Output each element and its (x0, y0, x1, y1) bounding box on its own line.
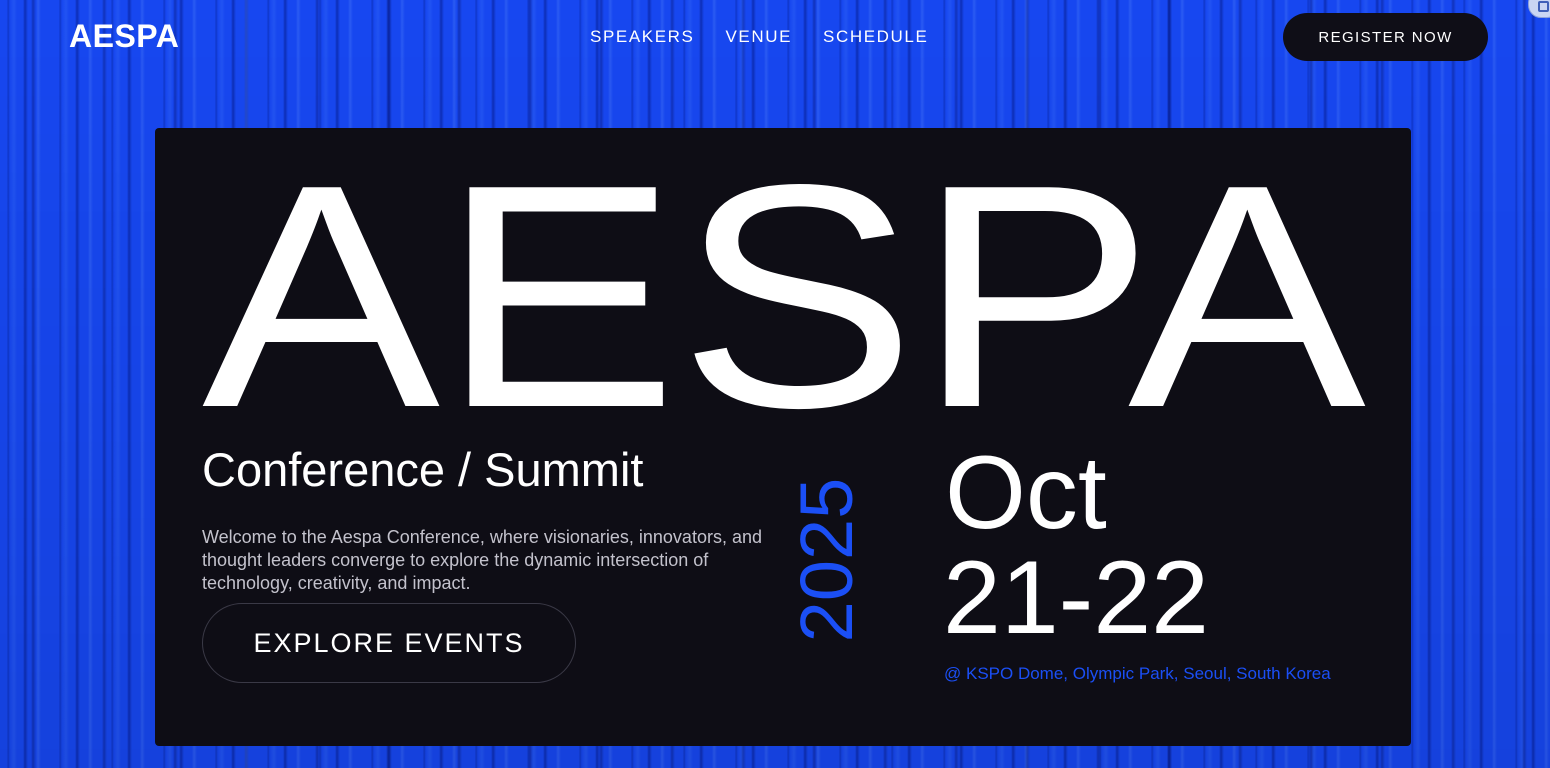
extension-icon[interactable] (1528, 0, 1550, 18)
register-now-button[interactable]: REGISTER NOW (1283, 13, 1488, 61)
nav-link-venue[interactable]: VENUE (725, 26, 792, 48)
nav-link-speakers[interactable]: SPEAKERS (590, 26, 694, 48)
site-logo[interactable]: AESPA (69, 18, 179, 54)
hero-description: Welcome to the Aespa Conference, where v… (202, 527, 762, 593)
nav-link-schedule[interactable]: SCHEDULE (823, 26, 928, 48)
hero-title-text: AESPA (202, 128, 1368, 474)
event-year: 2025 (785, 477, 868, 643)
event-days: 21-22 (943, 540, 1209, 656)
main-nav: SPEAKERS VENUE SCHEDULE (590, 26, 928, 48)
hero-card: AESPA Conference / Summit Welcome to the… (155, 128, 1411, 746)
event-venue: @ KSPO Dome, Olympic Park, Seoul, South … (944, 664, 1331, 683)
event-month: Oct (945, 435, 1107, 551)
explore-events-button[interactable]: EXPLORE EVENTS (202, 603, 576, 683)
hero-subtitle: Conference / Summit (202, 443, 644, 496)
hero-title: AESPA (202, 128, 1368, 474)
